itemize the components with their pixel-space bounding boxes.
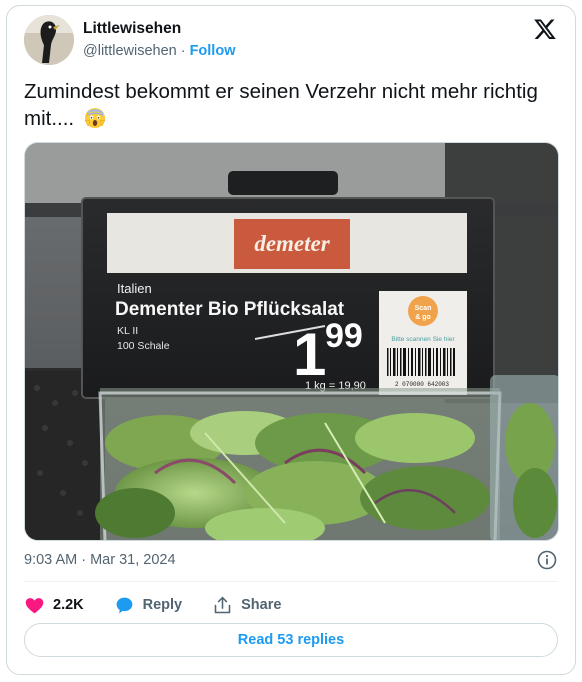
scan-badge-line2: & go <box>415 314 431 321</box>
scan-badge-line1: Scan <box>415 305 432 312</box>
class-label: KL II <box>117 325 138 337</box>
origin-label: Italien <box>117 281 152 296</box>
action-bar: 2.2K Reply Share <box>24 592 311 618</box>
handle-row: @littlewisehen · Follow <box>83 43 235 59</box>
like-button[interactable]: 2.2K <box>24 595 84 616</box>
read-replies-button[interactable]: Read 53 replies <box>24 623 558 657</box>
screaming-face-emoji-icon <box>84 108 106 128</box>
price-cents: 99 <box>325 317 363 355</box>
barcode-number: 2 070000 642003 <box>395 381 449 388</box>
tweet-photo[interactable]: demeter Scan & go Bitte scannen Sie hier <box>24 142 559 541</box>
author-name[interactable]: Littlewisehen <box>83 20 181 38</box>
price-tag: demeter Scan & go Bitte scannen Sie hier <box>81 197 495 399</box>
reply-button[interactable]: Reply <box>114 595 183 616</box>
demeter-logo: demeter <box>254 231 330 256</box>
reply-label: Reply <box>142 597 183 613</box>
share-label: Share <box>241 597 282 613</box>
tweet-card: Littlewisehen @littlewisehen · Follow Zu… <box>6 5 576 675</box>
avatar-image <box>24 15 74 65</box>
tweet-text: Zumindest bekommt er seinen Verzehr nich… <box>24 78 564 132</box>
heart-icon <box>25 597 44 613</box>
info-icon[interactable] <box>537 550 557 570</box>
price-main: 1 <box>293 321 326 388</box>
share-button[interactable]: Share <box>212 595 281 616</box>
product-name: Dementer Bio Pflücksalat <box>115 299 345 320</box>
share-icon <box>214 596 231 613</box>
like-count: 2.2K <box>53 597 84 613</box>
reply-bubble-icon <box>116 597 133 613</box>
timestamp[interactable]: 9:03 AM · Mar 31, 2024 <box>24 552 176 568</box>
x-logo-icon[interactable] <box>533 17 557 41</box>
divider <box>24 581 558 582</box>
separator-dot: · <box>180 43 186 59</box>
photo-scene: demeter Scan & go Bitte scannen Sie hier <box>25 143 558 540</box>
avatar[interactable] <box>24 15 74 65</box>
author-handle[interactable]: @littlewisehen <box>83 43 177 59</box>
scan-hint: Bitte scannen Sie hier <box>391 336 455 343</box>
quantity-label: 100 Schale <box>117 340 170 352</box>
follow-button[interactable]: Follow <box>190 43 236 59</box>
